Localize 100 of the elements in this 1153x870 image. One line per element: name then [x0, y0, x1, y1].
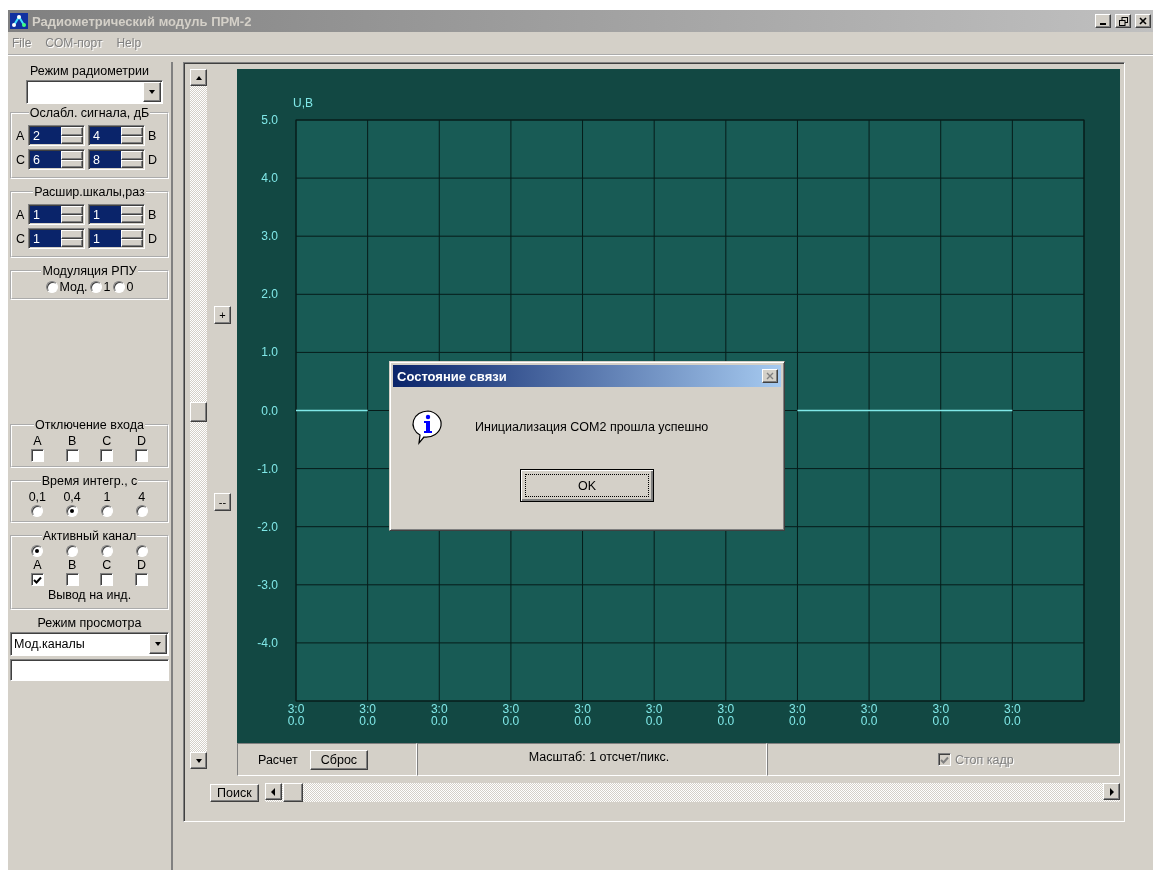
tick-label: 5.0: [261, 113, 278, 127]
tick-label: 0.0: [261, 403, 278, 418]
spin-down-button[interactable]: [121, 159, 143, 168]
spin-down-button[interactable]: [121, 238, 143, 247]
spin-up-button[interactable]: [121, 206, 143, 215]
radio-button[interactable]: [31, 545, 44, 557]
option-label: 0,1: [28, 490, 47, 504]
spin-down-button[interactable]: [121, 135, 143, 144]
group-caption: Вывод на инд.: [46, 588, 133, 602]
spin-box[interactable]: 1: [88, 204, 145, 225]
tick-label: 3:0 0.0: [430, 702, 448, 728]
checkbox[interactable]: [100, 449, 114, 462]
spin-down-button[interactable]: [61, 135, 83, 144]
checkbox[interactable]: [135, 573, 149, 586]
scroll-left-button[interactable]: [264, 783, 282, 800]
radio-button[interactable]: [100, 505, 113, 517]
checkbox[interactable]: [100, 573, 114, 586]
app-icon: [10, 13, 28, 29]
checkbox[interactable]: [30, 449, 44, 462]
spin-down-button[interactable]: [61, 159, 83, 168]
tick-label: 4.0: [261, 171, 278, 186]
radio-button[interactable]: [89, 281, 102, 293]
tick-label: 2.0: [261, 287, 278, 302]
scroll-right-button[interactable]: [1103, 783, 1120, 800]
dropdown[interactable]: [26, 80, 163, 104]
channel-label: B: [148, 207, 157, 222]
checkbox[interactable]: [30, 573, 44, 586]
tick-label: 3:0 0.0: [574, 702, 591, 728]
input-field[interactable]: [10, 659, 169, 681]
spin-box[interactable]: 8: [88, 149, 145, 170]
arrow-icon: [269, 787, 278, 796]
spin-down-button[interactable]: [121, 214, 143, 223]
minimize-button[interactable]: [1095, 14, 1111, 28]
tick-label: -1.0: [257, 461, 278, 476]
option-label: 0,4: [63, 490, 81, 504]
spin-box[interactable]: 1: [88, 228, 145, 249]
tick-label: 3:0 0.0: [359, 702, 376, 728]
close-button[interactable]: [1135, 14, 1151, 28]
spin-box[interactable]: 2: [28, 125, 85, 146]
checkbox[interactable]: [65, 573, 79, 586]
spin-up-button[interactable]: [61, 230, 83, 239]
spin-box[interactable]: 1: [28, 228, 85, 249]
search-button[interactable]: Поиск: [210, 783, 259, 802]
spin-up-button[interactable]: [121, 127, 143, 136]
zoom-in-button[interactable]: +: [214, 306, 231, 324]
tick-label: -3.0: [257, 577, 278, 592]
restore-button[interactable]: [1115, 14, 1131, 28]
spin-up-button[interactable]: [121, 230, 143, 239]
tick-label: 3:0 0.0: [860, 702, 878, 728]
channel-label: A: [16, 207, 25, 222]
dropdown-button[interactable]: [143, 82, 161, 102]
horizontal-scrollbar[interactable]: [264, 783, 1120, 802]
channel-label: D: [148, 231, 157, 246]
spin-up-button[interactable]: [61, 151, 83, 160]
scroll-thumb[interactable]: [282, 783, 303, 802]
reset-button[interactable]: Сброс: [309, 749, 369, 770]
radio-button[interactable]: [112, 281, 125, 293]
spin-up-button[interactable]: [121, 151, 143, 160]
radio-button[interactable]: [135, 505, 148, 517]
group-title: Отключение входа: [34, 418, 145, 432]
arrow-icon: [194, 756, 203, 765]
tick-label: -2.0: [257, 519, 278, 534]
tick-label: 1.0: [261, 345, 278, 360]
axis-label: U,B: [293, 96, 313, 110]
dialog-title: Состояние связи: [397, 368, 507, 384]
scroll-down-button[interactable]: [190, 752, 207, 769]
radio-button[interactable]: [135, 545, 148, 557]
channel-label: D: [148, 152, 157, 167]
channel-label: C: [16, 231, 25, 246]
radio-button[interactable]: [100, 545, 113, 557]
vertical-scrollbar[interactable]: [190, 69, 207, 769]
zoom-out-button[interactable]: --: [214, 493, 231, 511]
group-title: Расшир.шкалы,раз: [33, 185, 146, 199]
spin-down-button[interactable]: [61, 238, 83, 247]
tick-label: 3:0 0.0: [717, 702, 735, 728]
spin-box[interactable]: 6: [28, 149, 85, 170]
dropdown[interactable]: Мод.каналы: [10, 632, 169, 656]
checkbox[interactable]: [135, 449, 149, 462]
checkbox[interactable]: [65, 449, 79, 462]
close-button[interactable]: [762, 369, 778, 383]
scroll-thumb[interactable]: [190, 402, 207, 422]
spin-box[interactable]: 4: [88, 125, 145, 146]
radio-button[interactable]: [45, 281, 58, 293]
radio-button[interactable]: [66, 545, 79, 557]
info-icon: [411, 409, 445, 445]
group-title: Активный канал: [41, 529, 138, 543]
channel-label: C: [102, 558, 112, 572]
scroll-up-button[interactable]: [190, 69, 207, 86]
restore-icon: [1118, 16, 1128, 26]
spin-box[interactable]: 1: [28, 204, 85, 225]
channel-label: B: [67, 558, 77, 572]
spin-up-button[interactable]: [61, 206, 83, 215]
spin-down-button[interactable]: [61, 214, 83, 223]
option-label: 1: [103, 490, 111, 504]
tick-label: 3:0 0.0: [789, 702, 806, 728]
ok-button[interactable]: OK: [520, 469, 654, 502]
dropdown-button[interactable]: [149, 634, 167, 654]
spin-up-button[interactable]: [61, 127, 83, 136]
radio-button[interactable]: [66, 505, 79, 517]
radio-button[interactable]: [31, 505, 44, 517]
